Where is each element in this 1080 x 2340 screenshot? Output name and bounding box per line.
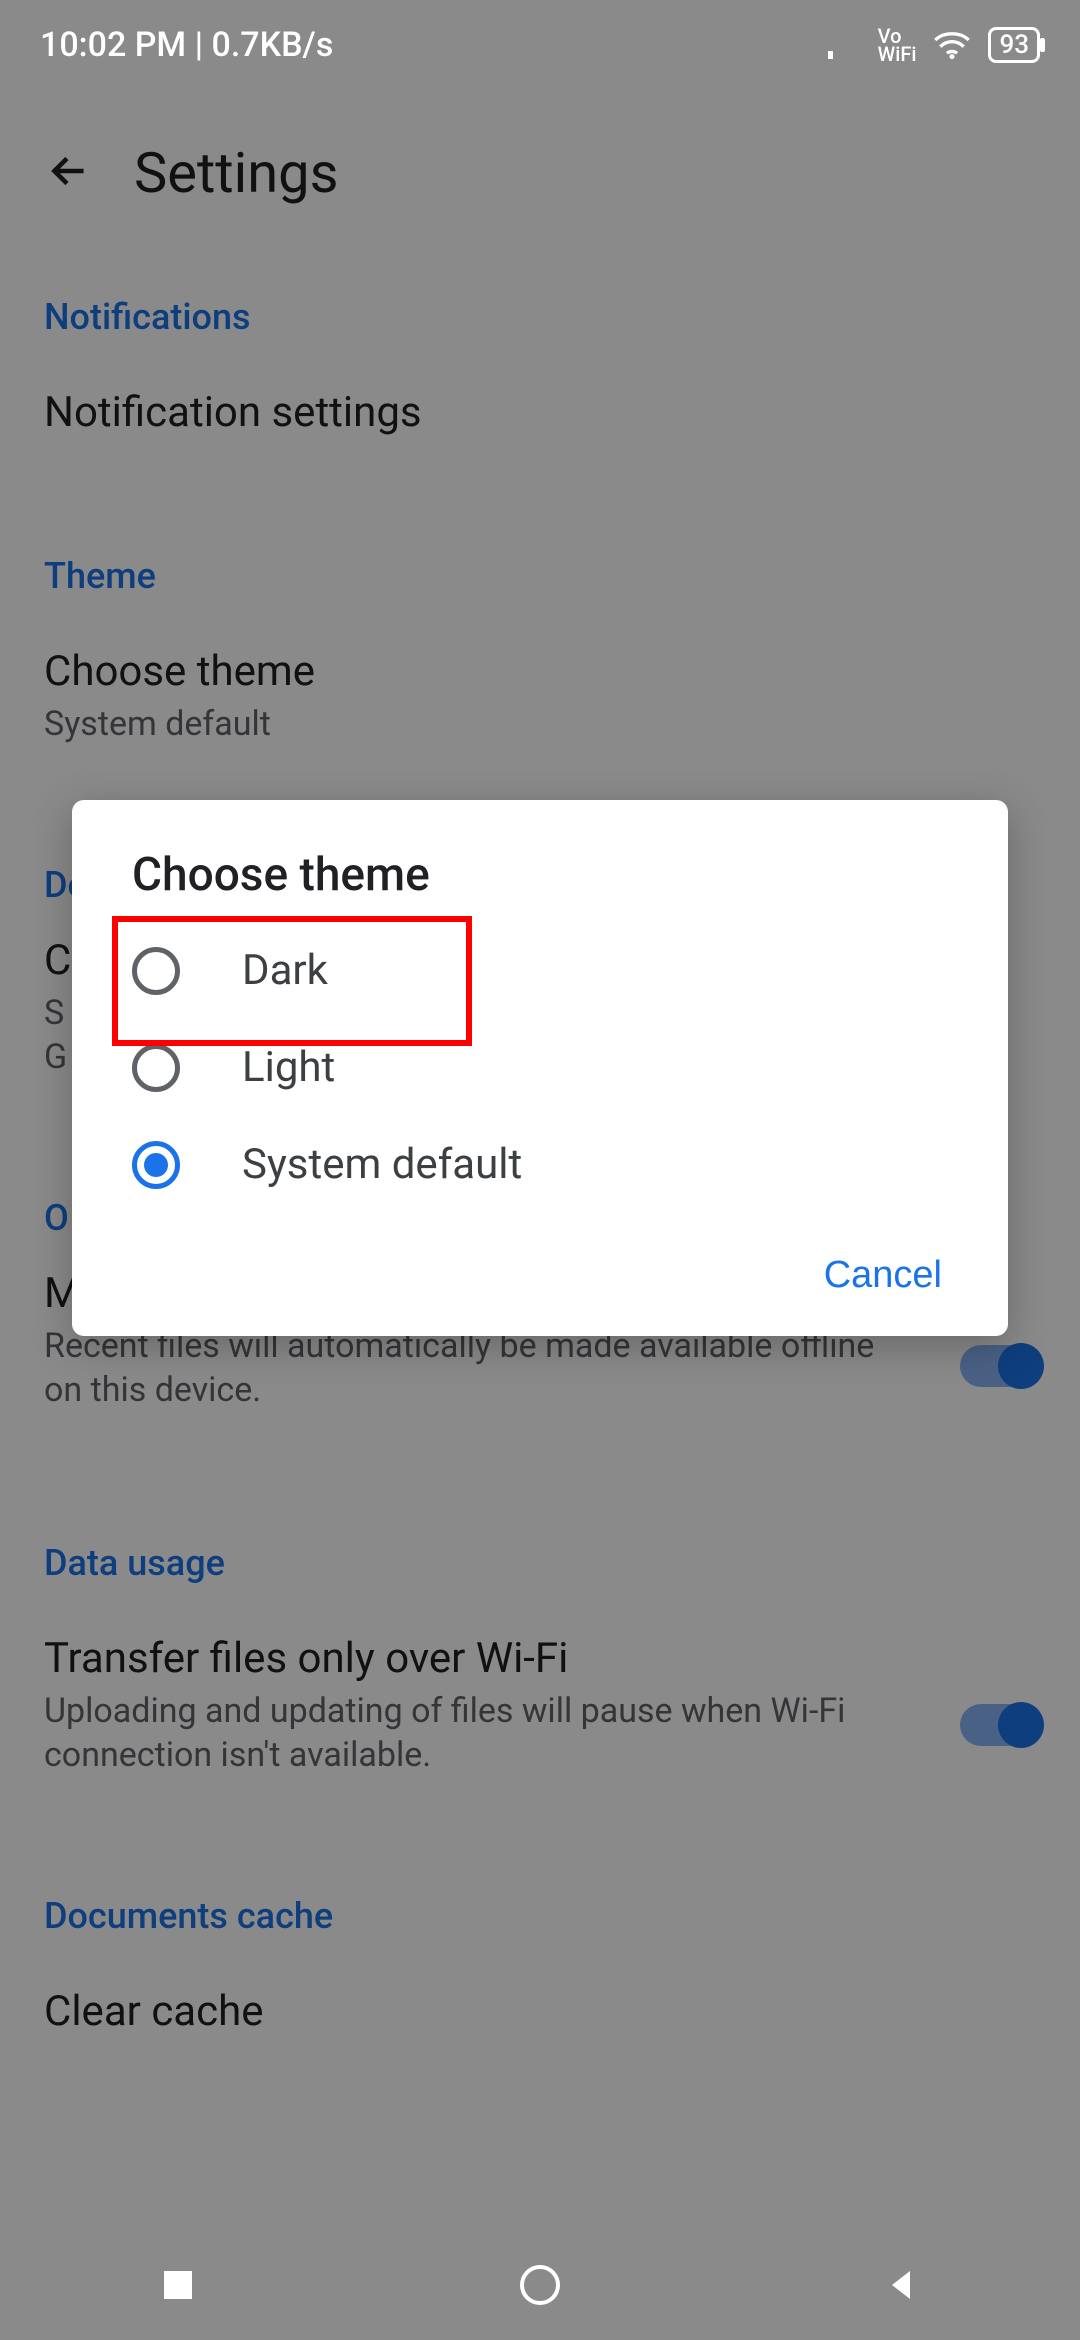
wifi-icon (932, 30, 972, 60)
radio-icon (132, 1141, 180, 1189)
radio-icon (132, 947, 180, 995)
battery-icon: 93 (988, 27, 1040, 63)
status-bar: 10:02 PM | 0.7KB/s Vo WiFi 93 (0, 0, 1080, 90)
dialog-title: Choose theme (72, 848, 1008, 922)
radio-icon (132, 1044, 180, 1092)
nav-bar (0, 2230, 1080, 2340)
battery-percent: 93 (999, 30, 1029, 60)
theme-option-light[interactable]: Light (72, 1019, 1008, 1116)
nav-home-button[interactable] (517, 2262, 563, 2308)
vowifi-icon: Vo WiFi (878, 27, 917, 63)
option-label: Light (242, 1043, 335, 1092)
option-label: System default (242, 1140, 522, 1189)
status-time: 10:02 PM | 0.7KB/s (40, 25, 333, 65)
theme-option-dark[interactable]: Dark (72, 922, 1008, 1019)
cancel-button[interactable]: Cancel (818, 1253, 948, 1298)
cellular-signal-icon (828, 31, 862, 59)
choose-theme-dialog: Choose theme Dark Light System default C… (72, 800, 1008, 1336)
nav-back-button[interactable] (884, 2267, 920, 2303)
nav-recent-button[interactable] (160, 2267, 196, 2303)
option-label: Dark (242, 946, 328, 995)
theme-option-system-default[interactable]: System default (72, 1116, 1008, 1213)
